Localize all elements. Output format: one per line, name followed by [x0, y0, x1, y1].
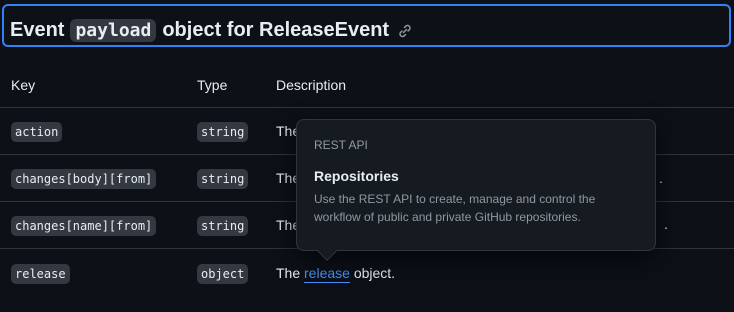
description-prefix: The: [276, 264, 301, 281]
popover-eyebrow: REST API: [314, 138, 368, 152]
description-text: The release object.: [276, 265, 395, 281]
page-heading[interactable]: Event payload object for ReleaseEvent: [10, 19, 413, 42]
type-code: string: [197, 169, 249, 189]
type-code: string: [197, 216, 249, 236]
table-header: Key Type Description: [0, 62, 734, 108]
key-code: changes[name][from]: [11, 216, 157, 236]
header-type: Type: [197, 77, 228, 93]
hovercard-popover[interactable]: REST API Repositories Use the REST API t…: [296, 119, 656, 261]
link-icon[interactable]: [397, 23, 413, 39]
heading-suffix: object for ReleaseEvent: [162, 19, 390, 41]
header-description: Description: [276, 77, 347, 93]
hidden-text-period: .: [664, 216, 668, 232]
key-code: action: [11, 122, 63, 142]
popover-title[interactable]: Repositories: [314, 168, 399, 184]
description-suffix: object.: [353, 264, 396, 281]
header-key: Key: [11, 77, 36, 93]
type-code: string: [197, 122, 249, 142]
type-code: object: [197, 263, 249, 284]
release-link[interactable]: release: [304, 265, 350, 281]
docs-page: Event payload object for ReleaseEvent Ke…: [0, 0, 734, 312]
heading-prefix: Event: [10, 19, 65, 41]
heading-code: payload: [70, 19, 157, 42]
table-row: release object The release object.: [0, 249, 734, 296]
popover-body: Use the REST API to create, manage and c…: [314, 192, 596, 224]
key-code: changes[body][from]: [11, 169, 157, 189]
key-code: release: [11, 263, 70, 284]
hidden-text-period: .: [659, 170, 663, 186]
